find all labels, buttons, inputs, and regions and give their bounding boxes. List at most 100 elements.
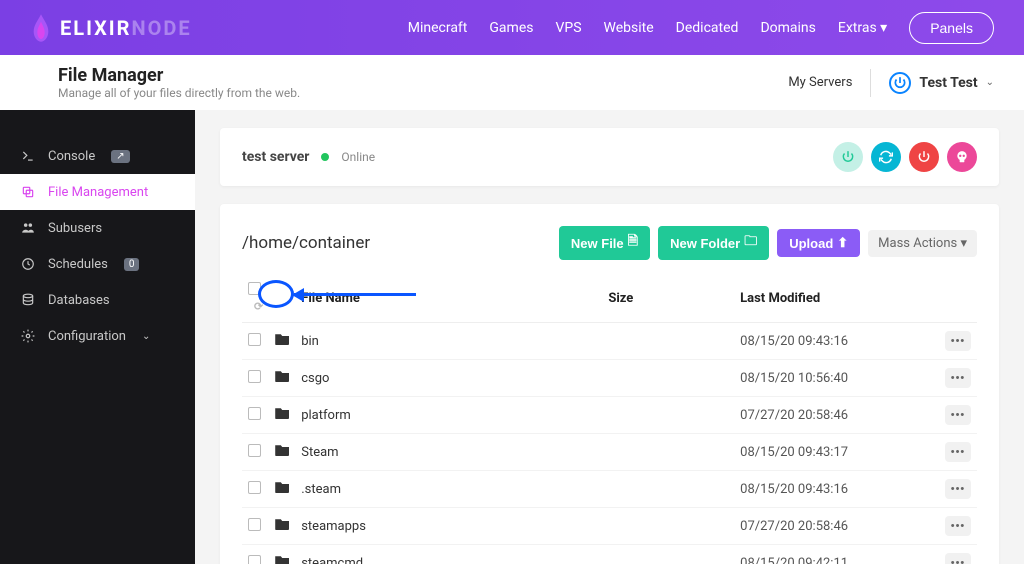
brand-text-1: ELIXIR [60, 16, 131, 40]
row-checkbox[interactable] [248, 407, 261, 420]
folder-icon: 🗀 [744, 232, 757, 254]
select-all-checkbox[interactable] [248, 282, 261, 295]
sidebar-item-label: Console [48, 149, 95, 164]
row-menu-button[interactable]: ••• [945, 405, 971, 425]
panels-button[interactable]: Panels [909, 12, 994, 44]
top-navbar: ELIXIRNODE Minecraft Games VPS Website D… [0, 0, 1024, 55]
folder-icon [275, 518, 289, 530]
kill-button[interactable] [947, 142, 977, 172]
sidebar-item-label: Databases [48, 293, 110, 308]
col-name[interactable]: File Name [295, 274, 602, 323]
file-modified: 07/27/20 20:58:46 [734, 508, 939, 545]
col-modified[interactable]: Last Modified [734, 274, 939, 323]
file-name[interactable]: steamcmd [295, 545, 602, 564]
nav-extras[interactable]: Extras ▾ [838, 20, 887, 36]
table-row[interactable]: bin 08/15/20 09:43:16 ••• [242, 323, 977, 360]
folder-icon [275, 555, 289, 564]
file-size [602, 434, 734, 471]
file-name[interactable]: platform [295, 397, 602, 434]
table-row[interactable]: platform 07/27/20 20:58:46 ••• [242, 397, 977, 434]
file-icon: 🗎 [628, 232, 638, 254]
mass-actions-dropdown[interactable]: Mass Actions ▾ [868, 230, 977, 257]
brand-text-2: NODE [131, 16, 191, 40]
sidebar-item-subusers[interactable]: Subusers [0, 210, 195, 246]
sidebar-item-file-management[interactable]: File Management [0, 174, 195, 210]
clock-icon [20, 256, 36, 272]
row-checkbox[interactable] [248, 333, 261, 346]
nav-vps[interactable]: VPS [555, 20, 581, 36]
nav-dedicated[interactable]: Dedicated [676, 20, 739, 36]
file-modified: 07/27/20 20:58:46 [734, 397, 939, 434]
start-button[interactable] [833, 142, 863, 172]
terminal-icon [20, 148, 36, 164]
row-menu-button[interactable]: ••• [945, 479, 971, 499]
restart-button[interactable] [871, 142, 901, 172]
file-name[interactable]: steamapps [295, 508, 602, 545]
file-modified: 08/15/20 10:56:40 [734, 360, 939, 397]
my-servers-link[interactable]: My Servers [788, 75, 852, 90]
file-name[interactable]: csgo [295, 360, 602, 397]
users-icon [20, 220, 36, 236]
new-file-button[interactable]: New File 🗎 [559, 226, 650, 260]
file-size [602, 545, 734, 564]
table-row[interactable]: steamapps 07/27/20 20:58:46 ••• [242, 508, 977, 545]
nav-minecraft[interactable]: Minecraft [408, 20, 468, 36]
user-menu[interactable]: Test Test ⌄ [889, 72, 994, 94]
folder-icon [275, 407, 289, 419]
sidebar-item-label: Schedules [48, 257, 108, 272]
gear-icon [20, 328, 36, 344]
chevron-down-icon: ⌄ [142, 331, 150, 342]
row-menu-button[interactable]: ••• [945, 368, 971, 388]
row-checkbox[interactable] [248, 370, 261, 383]
sidebar-item-schedules[interactable]: Schedules 0 [0, 246, 195, 282]
file-modified: 08/15/20 09:42:11 [734, 545, 939, 564]
new-folder-button[interactable]: New Folder 🗀 [658, 226, 769, 260]
sidebar-item-console[interactable]: Console ↗ [0, 138, 195, 174]
file-panel: /home/container New File 🗎 New Folder 🗀 … [220, 204, 999, 564]
file-modified: 08/15/20 09:43:16 [734, 323, 939, 360]
sidebar-item-configuration[interactable]: Configuration ⌄ [0, 318, 195, 354]
row-checkbox[interactable] [248, 481, 261, 494]
badge: 0 [124, 258, 140, 271]
sidebar-item-databases[interactable]: Databases [0, 282, 195, 318]
database-icon [20, 292, 36, 308]
nav-games[interactable]: Games [489, 20, 533, 36]
col-size[interactable]: Size [602, 274, 734, 323]
folder-icon [275, 481, 289, 493]
table-row[interactable]: Steam08/15/20 09:43:17••• [242, 434, 977, 471]
folder-icon [275, 370, 289, 382]
file-name[interactable]: .steam [295, 471, 602, 508]
sidebar-item-label: Configuration [48, 329, 126, 344]
server-name: test server [242, 149, 309, 165]
table-row[interactable]: .steam 08/15/20 09:43:16 ••• [242, 471, 977, 508]
sidebar: Console ↗ File Management Subusers Schedules… [0, 110, 195, 564]
brand-logo[interactable]: ELIXIRNODE [30, 14, 192, 42]
row-checkbox[interactable] [248, 444, 261, 457]
file-modified: 08/15/20 09:43:16 [734, 471, 939, 508]
sidebar-item-label: Subusers [48, 221, 102, 236]
status-indicator-icon [321, 153, 329, 161]
user-name: Test Test [919, 75, 977, 91]
breadcrumb[interactable]: /home/container [242, 233, 370, 253]
refresh-icon[interactable]: ⟳ [254, 300, 263, 313]
file-name[interactable]: Steam [295, 434, 602, 471]
file-size [602, 323, 734, 360]
page-title: File Manager [58, 65, 300, 86]
row-checkbox[interactable] [248, 555, 261, 564]
row-menu-button[interactable]: ••• [945, 553, 971, 564]
table-row[interactable]: csgo 08/15/20 10:56:40 ••• [242, 360, 977, 397]
status-text: Online [341, 150, 375, 164]
row-menu-button[interactable]: ••• [945, 331, 971, 351]
table-row[interactable]: steamcmd 08/15/20 09:42:11 ••• [242, 545, 977, 564]
nav-domains[interactable]: Domains [760, 20, 815, 36]
stop-button[interactable] [909, 142, 939, 172]
row-menu-button[interactable]: ••• [945, 516, 971, 536]
row-menu-button[interactable]: ••• [945, 442, 971, 462]
badge: ↗ [111, 150, 129, 163]
upload-button[interactable]: Upload ⬆ [777, 229, 860, 257]
file-name[interactable]: bin [295, 323, 602, 360]
folder-icon [275, 333, 289, 345]
row-checkbox[interactable] [248, 518, 261, 531]
nav-website[interactable]: Website [604, 20, 654, 36]
upload-icon: ⬆ [837, 235, 848, 251]
